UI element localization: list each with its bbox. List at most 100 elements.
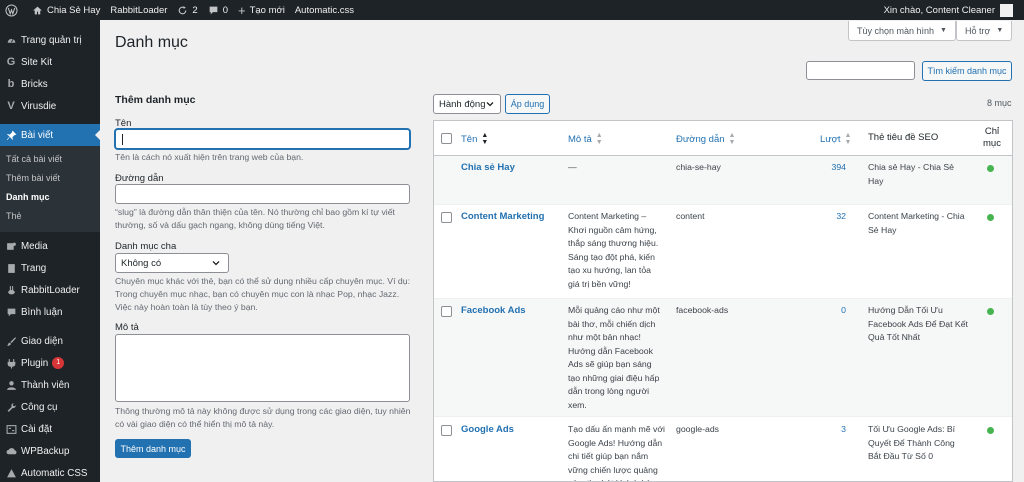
screen-options-label: Tùy chọn màn hình (857, 25, 935, 36)
account-menu[interactable]: Xin chào, Content Cleaner (879, 0, 1024, 20)
row-checkbox[interactable] (441, 306, 452, 317)
column-header-label: Lượt (820, 133, 841, 145)
row-checkbox[interactable] (441, 425, 452, 436)
sort-arrows-icon: ▲ ▼ (595, 132, 603, 146)
rabbitloader-link[interactable]: RabbitLoader (105, 0, 172, 20)
slug-description: “slug” là đường dẫn thân thiện của tên. … (115, 207, 395, 230)
comments-link[interactable]: 0 (203, 0, 233, 20)
search-categories-button[interactable]: Tìm kiếm danh mục (922, 61, 1012, 81)
sidebar-item-site-kit[interactable]: G Site Kit (0, 51, 100, 73)
name-description: Tên là cách nó xuất hiện trên trang web … (115, 152, 304, 162)
bulk-action-value: Hành động (439, 98, 486, 110)
column-header-description[interactable]: Mô tả ▲ ▼ (568, 132, 603, 146)
sidebar-item-settings[interactable]: Cài đặt (0, 418, 100, 440)
rabbitloader-label: RabbitLoader (110, 4, 168, 16)
category-name-link[interactable]: Content Marketing (461, 210, 544, 224)
wordpress-logo-icon[interactable] (0, 0, 27, 20)
dashboard-icon (5, 34, 17, 46)
column-header-count[interactable]: Lượt ▲ ▼ (820, 132, 851, 146)
sidebar-item-pages[interactable]: Trang (0, 257, 100, 279)
table-row: Chia sẻ Hay — chia-se-hay 394 Chia sẻ Ha… (434, 156, 1012, 205)
category-slug: facebook-ads (676, 305, 729, 315)
category-description: Mỗi quảng cáo như một bài thơ, mỗi chiến… (568, 305, 660, 410)
sidebar-item-label: RabbitLoader (21, 284, 80, 296)
form-title: Thêm danh mục (115, 94, 196, 106)
virusdie-v-icon: V (7, 100, 15, 112)
category-count-link[interactable]: 394 (816, 161, 847, 175)
sidebar-item-wpbackup[interactable]: WPBackup (0, 440, 100, 462)
category-slug: google-ads (676, 424, 719, 434)
users-icon (5, 379, 17, 391)
description-label: Mô tả (115, 322, 139, 333)
screen-options-button[interactable]: Tùy chọn màn hình ▼ (848, 21, 956, 41)
sidebar-item-dashboard[interactable]: Trang quản trị (0, 29, 100, 51)
category-seo-title: Content Marketing - Chia Sẻ Hay (868, 211, 965, 235)
sidebar-item-virusdie[interactable]: V Virusdie (0, 95, 100, 117)
sidebar-item-automatic-css[interactable]: Automatic CSS (0, 462, 100, 482)
rabbit-icon (5, 284, 17, 296)
text-cursor (122, 134, 123, 145)
acss-icon (5, 467, 17, 479)
brush-icon (5, 335, 17, 347)
apply-button[interactable]: Áp dụng (505, 94, 550, 114)
category-name-link[interactable]: Facebook Ads (461, 304, 526, 318)
sidebar-item-label: Thành viên (21, 379, 70, 391)
sidebar-item-label: Automatic CSS (21, 467, 88, 479)
sidebar-item-posts[interactable]: Bài viết (0, 124, 100, 146)
category-name-link[interactable]: Chia sẻ Hay (461, 161, 515, 175)
help-button[interactable]: Hỗ trợ ▼ (956, 21, 1013, 41)
column-header-name[interactable]: Tên ▲ ▼ (461, 132, 488, 146)
sidebar-item-bricks[interactable]: b Bricks (0, 73, 100, 95)
slug-label: Đường dẫn (115, 173, 164, 184)
category-search-input[interactable] (806, 61, 915, 80)
submenu-tags[interactable]: Thẻ (0, 207, 100, 226)
parent-description: Chuyên mục khác với thẻ, bạn có thể sử d… (115, 276, 410, 312)
category-description: Tạo dấu ấn mạnh mẽ với Google Ads! Hướng… (568, 424, 665, 481)
category-count-link[interactable]: 0 (816, 304, 846, 318)
bulk-action-select[interactable]: Hành động (433, 94, 501, 114)
slug-input[interactable] (115, 184, 410, 204)
parent-category-select[interactable]: Không có (115, 253, 229, 273)
sidebar-item-rabbitloader[interactable]: RabbitLoader (0, 279, 100, 301)
site-name-link[interactable]: Chia Sẻ Hay (27, 0, 105, 20)
sort-arrows-icon: ▲ ▼ (481, 132, 489, 146)
automatic-css-link[interactable]: Automatic.css (290, 0, 359, 20)
sidebar-item-comments[interactable]: Bình luận (0, 301, 100, 323)
posts-submenu: Tất cả bài viết Thêm bài viết Danh mục T… (0, 146, 100, 232)
submenu-all-posts[interactable]: Tất cả bài viết (0, 150, 100, 169)
sidebar-item-label: Media (21, 240, 48, 252)
select-all-checkbox[interactable] (441, 133, 452, 144)
sidebar-item-appearance[interactable]: Giao diện (0, 330, 100, 352)
google-g-icon: G (6, 56, 16, 68)
name-input[interactable] (115, 129, 410, 149)
category-count-link[interactable]: 32 (816, 210, 846, 224)
parent-selected-value: Không có (121, 257, 162, 269)
column-header-slug[interactable]: Đường dẫn ▲ ▼ (676, 132, 735, 146)
table-row: Facebook Ads Mỗi quảng cáo như một bài t… (434, 299, 1012, 417)
categories-table: Tên ▲ ▼ Mô tả ▲ ▼ Đường dẫn ▲ ▼ Lượt ▲ ▼ Thẻ tiê… (433, 120, 1013, 482)
sidebar-item-label: Bricks (21, 78, 48, 90)
sidebar-item-label: Site Kit (21, 56, 53, 68)
caret-down-icon: ▼ (996, 27, 1004, 34)
add-category-button[interactable]: Thêm danh mục (115, 439, 191, 458)
sidebar-item-media[interactable]: Media (0, 235, 100, 257)
category-name-link[interactable]: Google Ads (461, 423, 514, 437)
row-checkbox[interactable] (441, 212, 452, 223)
comment-icon (5, 306, 17, 318)
updates-link[interactable]: 2 (172, 0, 202, 20)
category-description: Content Marketing – Khơi nguồn cảm hứng,… (568, 211, 659, 289)
description-textarea[interactable] (115, 334, 410, 402)
parent-label: Danh mục cha (115, 241, 177, 252)
sidebar-item-users[interactable]: Thành viên (0, 374, 100, 396)
category-count-link[interactable]: 3 (816, 423, 846, 437)
column-header-label: mục (983, 138, 1001, 149)
sidebar-item-tools[interactable]: Công cụ (0, 396, 100, 418)
submenu-categories[interactable]: Danh mục (0, 188, 100, 207)
site-name-label: Chia Sẻ Hay (47, 4, 101, 16)
settings-icon (5, 423, 17, 435)
sidebar-item-plugins[interactable]: Plugin 1 (0, 352, 100, 374)
submenu-add-post[interactable]: Thêm bài viết (0, 169, 100, 188)
new-content-link[interactable]: + Tạo mới (233, 0, 290, 20)
sidebar-item-label: Giao diện (21, 335, 63, 347)
column-header-label: Tên (461, 133, 478, 145)
